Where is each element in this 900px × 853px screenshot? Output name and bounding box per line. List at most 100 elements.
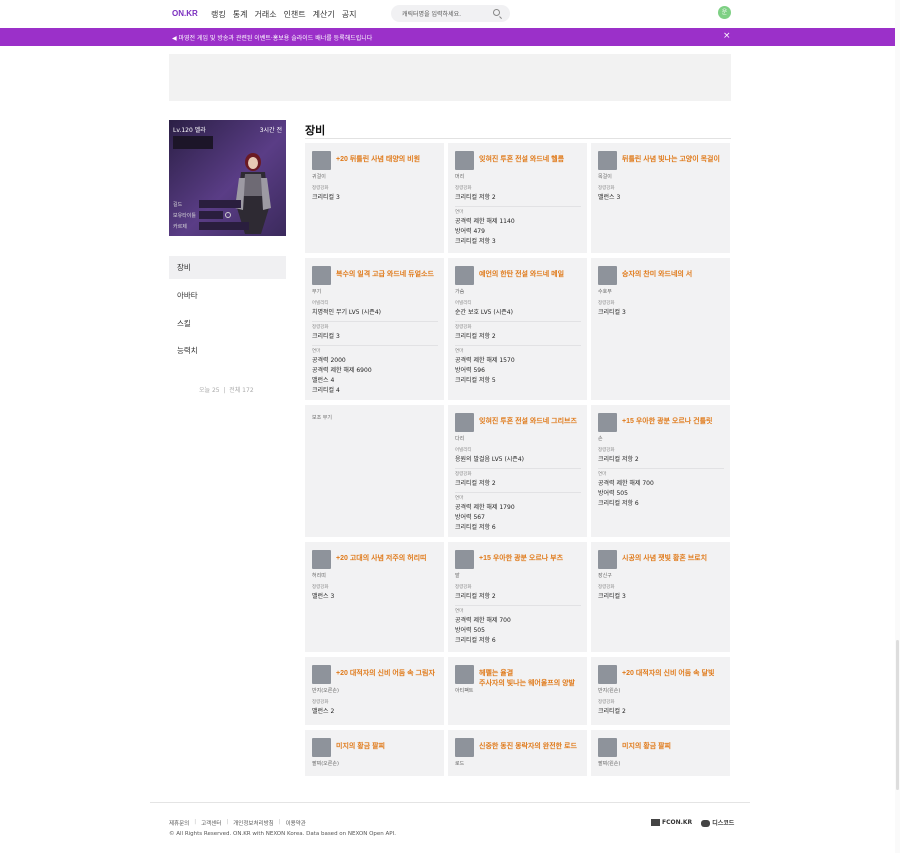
equipment-card[interactable]: 미지의 황금 팔찌팔찌(왼손) [591, 730, 730, 776]
site-logo[interactable]: ON.KR [172, 9, 198, 18]
equipment-card[interactable]: 뒤틀린 사념 빛나는 고양이 목걸이 목걸이 정령강화 밸런스 3 [591, 143, 730, 253]
discord-link[interactable]: 디스코드 [701, 818, 734, 827]
footer-link-privacy[interactable]: 개인정보처리방침 [233, 819, 273, 827]
equipment-card[interactable]: 보조 무기 [305, 405, 444, 537]
item-slot: 귀걸이 [312, 174, 326, 180]
equipment-card[interactable]: +20 대적자의 신비 어둠 속 달빛반지(왼손) 정령강화 크리티컬 2 [591, 657, 730, 725]
fcon-link[interactable]: FCON.KR [651, 819, 692, 826]
item-name[interactable]: +20 대적자의 신비 어둠 속 그림자 [336, 669, 435, 679]
main-nav: 랭킹 통계 거래소 인챈트 계산기 공지 [211, 9, 356, 20]
item-slot: 장신구 [598, 573, 612, 579]
search-icon[interactable] [493, 9, 500, 16]
discord-icon [701, 820, 711, 827]
nav-ranking[interactable]: 랭킹 [211, 9, 226, 20]
option-line: 방어력 567 [455, 514, 485, 521]
item-name[interactable]: 헤펠는 율결 주사자의 빛나는 웨어울프의 양발 [479, 669, 575, 689]
info-icon[interactable] [225, 212, 231, 218]
item-slot: 무기 [312, 289, 322, 295]
footer-link-terms[interactable]: 이용약관 [286, 819, 306, 827]
equipment-card[interactable]: 미지의 황금 팔찌 팔찌(오른손) [305, 730, 444, 776]
item-name[interactable]: 잊혀진 투혼 전설 와드네 그리브즈 [479, 417, 577, 427]
item-image-icon [312, 738, 331, 757]
item-name[interactable]: 신중한 동진 몽락자의 완전한 로드 [479, 742, 577, 752]
nav-market[interactable]: 거래소 [254, 9, 276, 20]
option-group-label: 연마 [312, 349, 321, 354]
item-name[interactable]: 뒤틀린 사념 빛나는 고양이 목걸이 [622, 155, 720, 165]
item-slot: 팔찌(왼손) [598, 761, 621, 767]
item-name[interactable]: 시공의 사념 잿빛 황혼 브로치 [622, 554, 707, 564]
item-image-icon [598, 413, 617, 432]
option-line: 크리티컬 저항 2 [455, 480, 496, 487]
sidebar-item-stats[interactable]: 능력치 [169, 339, 286, 367]
equipment-card[interactable]: +20 대적자의 신비 어둠 속 그림자 반지(오른손) 정령강화 밸런스 2 [305, 657, 444, 725]
item-name[interactable]: 복수의 일격 고급 와드네 듀얼소드 [336, 270, 434, 280]
promo-banner: ◀ 마영전 게임 및 방송과 관련된 이벤트·홍보용 슬라이드 배너를 등록해드… [0, 28, 900, 46]
equipment-card[interactable]: 신중한 동진 몽락자의 완전한 로드 로드 [448, 730, 587, 776]
item-details: 정령강화 크리티컬 저항 2 연마 공격력 제한 해제 700 방어력 505 크리티컬 … [455, 584, 581, 649]
item-name[interactable]: 미지의 황금 팔찌 [336, 742, 385, 752]
equipment-card[interactable]: 복수의 일격 고급 와드네 듀얼소드 무기 어빌리티 치명적인 무기 LV5 (시즌4… [305, 258, 444, 400]
footer-link-support[interactable]: 고객센터 [201, 819, 221, 827]
option-group-label: 연마 [455, 496, 464, 501]
nav-notice[interactable]: 공지 [342, 9, 357, 20]
title-label: 보유타이틀 [173, 213, 197, 219]
option-group-label: 정령강화 [312, 186, 329, 191]
equipment-card[interactable]: 헤펠는 율결 주사자의 빛나는 웨어울프의 양발 아티팩트 [448, 657, 587, 725]
item-name[interactable]: 승자의 찬미 와드네의 서 [622, 270, 692, 280]
item-option-group: 정령강화 크리티컬 2 [598, 699, 724, 717]
user-avatar[interactable]: 운 [718, 6, 731, 19]
item-name[interactable]: 예언의 한탄 전설 와드네 메일 [479, 270, 564, 280]
item-details: 정령강화 밸런스 3 [598, 185, 724, 206]
item-name[interactable]: +20 대적자의 신비 어둠 속 달빛 [622, 669, 714, 679]
equipment-card[interactable]: 승자의 찬미 와드네의 서 수호부 정령강화 크리티컬 3 [591, 258, 730, 400]
item-image-icon [598, 738, 617, 757]
search-input[interactable]: 캐릭터명을 입력하세요. [391, 5, 510, 22]
sidebar-item-skill[interactable]: 스킬 [169, 312, 286, 340]
item-name[interactable]: +15 우아한 광분 오르나 부츠 [479, 554, 563, 564]
sidebar-menu: 장비 아바타 스킬 능력치 [169, 256, 286, 367]
close-icon[interactable]: × [723, 31, 731, 41]
scrollbar-thumb[interactable] [896, 640, 899, 790]
option-group-label: 정령강화 [455, 585, 472, 590]
equipment-card[interactable]: +20 고대의 사념 저주의 허리띠 허리띠 정령강화 밸런스 3 [305, 542, 444, 652]
nav-calculator[interactable]: 계산기 [313, 9, 335, 20]
nav-stats[interactable]: 통계 [233, 9, 248, 20]
equipment-card[interactable]: 예언의 한탄 전설 와드네 메일 가슴 어빌리티 순간 보호 LV5 (시즌4) 정령강… [448, 258, 587, 400]
divider [150, 802, 750, 803]
banner-text[interactable]: ◀ 마영전 게임 및 방송과 관련된 이벤트·홍보용 슬라이드 배너를 등록해드… [172, 33, 372, 42]
equipment-card[interactable]: 시공의 사념 잿빛 황혼 브로치장신구정령강화 크리티컬 3 [591, 542, 730, 652]
item-name[interactable]: +15 우아한 광분 오르나 건틀릿 [622, 417, 713, 427]
item-option-group: 연마 공격력 제한 해제 1140 방어력 479 크리티컬 저항 3 [455, 206, 581, 247]
option-line: 크리티컬 저항 2 [598, 456, 639, 463]
option-line: 크리티컬 3 [312, 194, 340, 201]
item-name[interactable]: +20 뒤틀린 사념 태양의 비원 [336, 155, 420, 165]
equipment-card[interactable]: +15 우아한 광분 오르나 부츠 발 정령강화 크리티컬 저항 2 연마 공격력 제한 … [448, 542, 587, 652]
fcon-icon [651, 819, 660, 826]
page-title: 장비 [305, 125, 326, 137]
nav-enchant[interactable]: 인챈트 [284, 9, 306, 20]
discord-label: 디스코드 [712, 820, 735, 827]
equipment-card[interactable]: 잊혀진 투혼 전설 와드네 헬름 머리 정령강화 크리티컬 저항 2 연마 공격력 제한 … [448, 143, 587, 253]
karje-label: 카르제 [173, 224, 187, 230]
item-image-icon [312, 266, 331, 285]
sidebar-item-avatar[interactable]: 아바타 [169, 284, 286, 312]
option-line: 공격력 제한 해제 700 [598, 480, 654, 487]
footer-link-partnership[interactable]: 제휴문의 [169, 819, 189, 827]
item-slot: 반지(왼손) [598, 688, 621, 694]
item-option-group: 어빌리티 응원의 발걸음 LV5 (시즌4) [455, 447, 581, 465]
equipment-card[interactable]: +20 뒤틀린 사념 태양의 비원귀걸이정령강화크리티컬 3 [305, 143, 444, 253]
option-line: 응원의 발걸음 LV5 (시즌4) [455, 456, 524, 463]
item-details: 어빌리티 순간 보호 LV5 (시즌4) 정령강화 크리티컬 저항 2 연마 공격력 제한… [455, 300, 581, 389]
option-group-label: 연마 [455, 210, 464, 215]
item-name[interactable]: 미지의 황금 팔찌 [622, 742, 671, 752]
guild-value-masked [199, 200, 241, 208]
item-details: 정령강화 크리티컬 3 [598, 584, 724, 605]
item-name[interactable]: +20 고대의 사념 저주의 허리띠 [336, 554, 427, 564]
option-line: 크리티컬 저항 6 [455, 524, 496, 531]
equipment-card[interactable]: +15 우아한 광분 오르나 건틀릿 손 정령강화 크리티컬 저항 2 연마 공격력 제한… [591, 405, 730, 537]
item-slot: 머리 [455, 174, 465, 180]
sidebar-item-equipment[interactable]: 장비 [169, 256, 286, 279]
option-line: 밸런스 2 [312, 708, 335, 715]
equipment-card[interactable]: 잊혀진 투혼 전설 와드네 그리브즈 다리 어빌리티 응원의 발걸음 LV5 (시즌4… [448, 405, 587, 537]
item-name[interactable]: 잊혀진 투혼 전설 와드네 헬름 [479, 155, 564, 165]
